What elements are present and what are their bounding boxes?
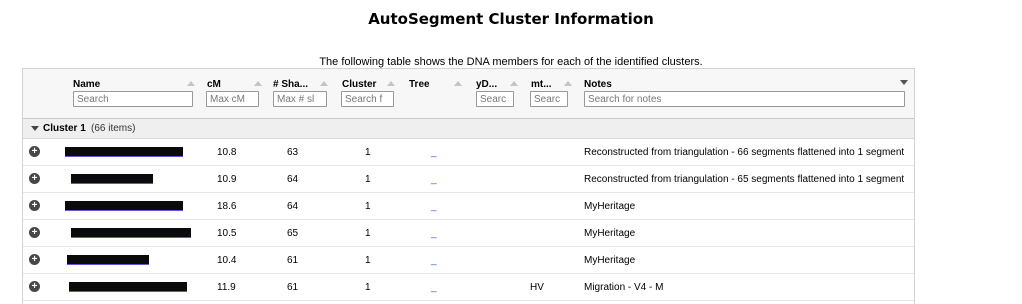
sort-arrow-icon[interactable] bbox=[187, 81, 195, 86]
plus-circle-icon[interactable]: + bbox=[29, 173, 40, 184]
mtdna-filter-input[interactable] bbox=[530, 91, 568, 107]
column-label-shared: # Sha... bbox=[273, 79, 309, 90]
cell-shared: 64 bbox=[287, 201, 299, 212]
plus-circle-icon[interactable]: + bbox=[29, 146, 40, 157]
name-search-input[interactable] bbox=[73, 91, 193, 107]
cell-shared: 64 bbox=[287, 174, 299, 185]
column-header-notes[interactable]: Notes bbox=[584, 79, 644, 90]
cell-cluster: 1 bbox=[365, 201, 371, 212]
cell-cm: 10.9 bbox=[217, 174, 237, 185]
cell-notes: Reconstructed from triangulation - 65 se… bbox=[584, 174, 905, 185]
collapse-triangle-icon[interactable] bbox=[31, 126, 39, 131]
cell-cm: 10.5 bbox=[217, 228, 237, 239]
cluster-filter-input[interactable] bbox=[341, 91, 394, 107]
cell-cluster: 1 bbox=[365, 282, 371, 293]
cell-cluster: 1 bbox=[365, 174, 371, 185]
column-label-mtdna: mt... bbox=[531, 79, 552, 90]
member-name-link[interactable] bbox=[69, 282, 187, 292]
cell-cm: 10.8 bbox=[217, 147, 237, 158]
cell-cluster: 1 bbox=[365, 147, 371, 158]
cell-shared: 63 bbox=[287, 147, 299, 158]
column-header-name[interactable]: Name bbox=[73, 79, 193, 90]
cell-notes: Reconstructed from triangulation - 66 se… bbox=[584, 147, 905, 158]
member-name-link[interactable] bbox=[65, 147, 183, 157]
member-name-link[interactable] bbox=[67, 255, 149, 265]
tree-link[interactable]: _ bbox=[431, 201, 437, 212]
cell-cm: 10.4 bbox=[217, 255, 237, 266]
cell-notes: MyHeritage bbox=[584, 255, 636, 266]
cluster-table: Name cM # Sha... Cluster Tree yD... bbox=[22, 68, 915, 304]
group-count: (66 items) bbox=[91, 123, 136, 134]
member-name-link[interactable] bbox=[71, 174, 153, 184]
plus-circle-icon[interactable]: + bbox=[29, 254, 40, 265]
table-description: The following table shows the DNA member… bbox=[319, 56, 703, 68]
chevron-down-icon[interactable] bbox=[900, 80, 908, 85]
sort-arrow-icon[interactable] bbox=[320, 81, 328, 86]
table-header: Name cM # Sha... Cluster Tree yD... bbox=[23, 69, 914, 119]
tree-link[interactable]: _ bbox=[431, 282, 437, 293]
page-title: AutoSegment Cluster Information bbox=[368, 10, 654, 28]
shared-filter-input[interactable] bbox=[273, 91, 327, 107]
column-header-shared[interactable]: # Sha... bbox=[273, 79, 315, 90]
cell-cluster: 1 bbox=[365, 228, 371, 239]
member-name-link[interactable] bbox=[71, 228, 191, 238]
cell-notes: MyHeritage bbox=[584, 201, 636, 212]
cell-notes: MyHeritage bbox=[584, 228, 636, 239]
table-row[interactable]: +10.8 63 1 _ Reconstructed from triangulatio… bbox=[23, 139, 914, 166]
plus-circle-icon[interactable]: + bbox=[29, 200, 40, 211]
plus-circle-icon[interactable]: + bbox=[29, 281, 40, 292]
column-label-ydna: yD... bbox=[476, 79, 498, 90]
table-row[interactable]: +18.6 64 1 _ MyHeritage bbox=[23, 193, 914, 220]
tree-link[interactable]: _ bbox=[431, 147, 437, 158]
sort-arrow-icon[interactable] bbox=[387, 81, 395, 86]
member-name-link[interactable] bbox=[65, 201, 183, 211]
sort-arrow-icon[interactable] bbox=[254, 81, 262, 86]
tree-link[interactable]: _ bbox=[431, 174, 437, 185]
cell-notes: Migration - V4 - M bbox=[584, 282, 664, 293]
column-label-cm: cM bbox=[207, 79, 221, 90]
cell-shared: 61 bbox=[287, 255, 299, 266]
column-header-ydna[interactable]: yD... bbox=[476, 79, 506, 90]
column-label-tree: Tree bbox=[409, 79, 430, 90]
column-header-cluster[interactable]: Cluster bbox=[342, 79, 384, 90]
table-row[interactable]: +10.9 64 1 _ Reconstructed from triangulatio… bbox=[23, 166, 914, 193]
plus-circle-icon[interactable]: + bbox=[29, 227, 40, 238]
cell-cm: 11.9 bbox=[217, 282, 236, 293]
notes-search-input[interactable] bbox=[584, 91, 905, 107]
column-header-cm[interactable]: cM bbox=[207, 79, 247, 90]
table-row[interactable]: +10.5 65 1 _ MyHeritage bbox=[23, 220, 914, 247]
column-label-cluster: Cluster bbox=[342, 79, 377, 90]
cm-filter-input[interactable] bbox=[206, 91, 259, 107]
group-row-cluster-1[interactable]: Cluster 1 (66 items) bbox=[23, 119, 914, 139]
column-label-notes: Notes bbox=[584, 79, 612, 90]
sort-arrow-icon[interactable] bbox=[454, 81, 462, 86]
cell-cm: 18.6 bbox=[217, 201, 237, 212]
sort-arrow-icon[interactable] bbox=[564, 81, 572, 86]
cell-mtdna: HV bbox=[530, 282, 544, 293]
sort-arrow-icon[interactable] bbox=[510, 81, 518, 86]
column-label-name: Name bbox=[73, 79, 101, 90]
cell-cluster: 1 bbox=[365, 255, 371, 266]
cell-shared: 61 bbox=[287, 282, 299, 293]
table-row[interactable]: +11.9 61 1 _ HV Migration - V4 - M bbox=[23, 274, 914, 301]
group-name: Cluster 1 bbox=[43, 123, 86, 134]
cell-shared: 65 bbox=[287, 228, 299, 239]
ydna-filter-input[interactable] bbox=[476, 91, 514, 107]
table-row[interactable]: +10.4 61 1 _ MyHeritage bbox=[23, 247, 914, 274]
column-header-mtdna[interactable]: mt... bbox=[531, 79, 561, 90]
column-header-tree[interactable]: Tree bbox=[409, 79, 443, 90]
tree-link[interactable]: _ bbox=[431, 228, 437, 239]
tree-link[interactable]: _ bbox=[431, 255, 437, 266]
